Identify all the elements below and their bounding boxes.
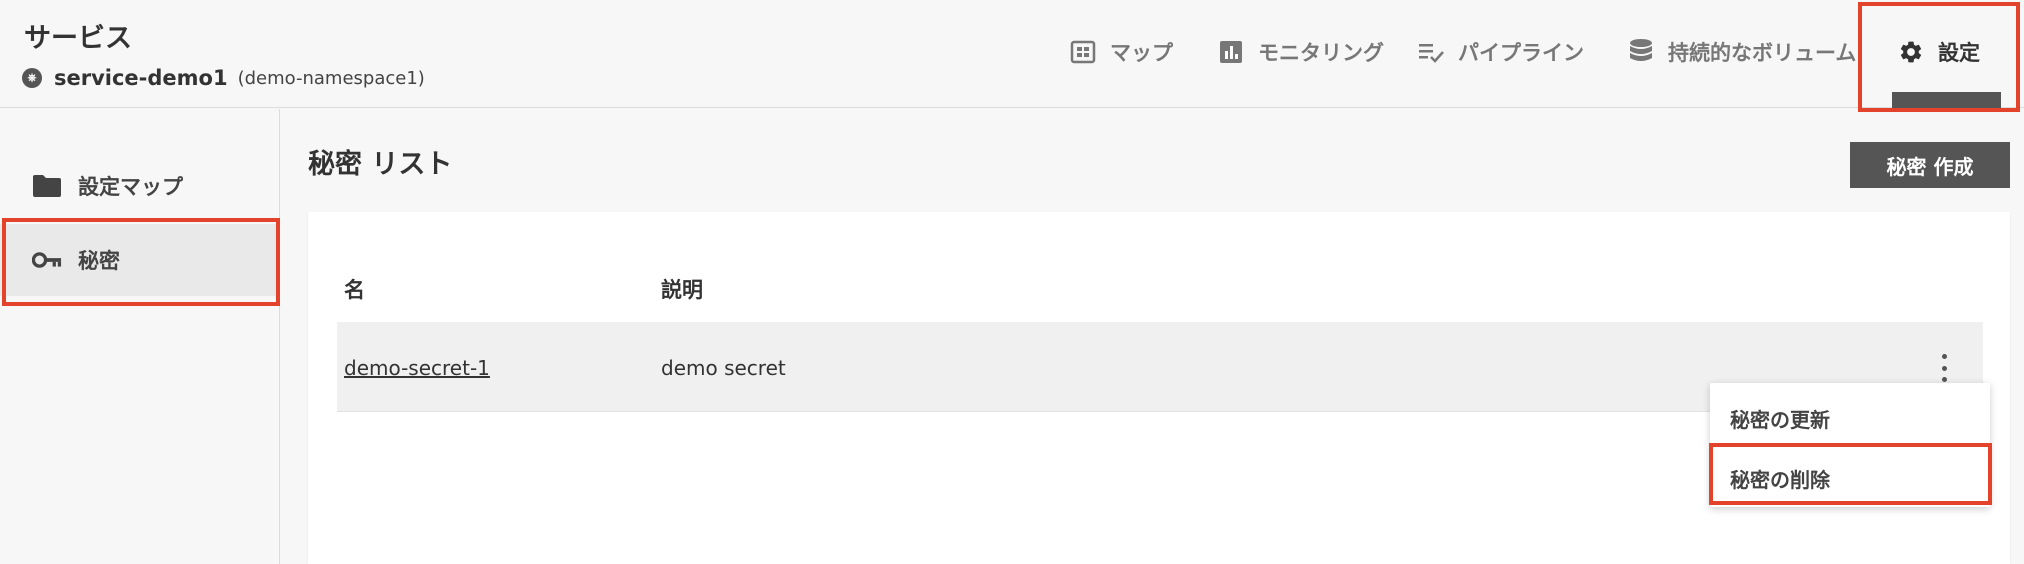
tab-pipeline[interactable]: パイプライン	[1418, 30, 1584, 74]
active-tab-indicator	[1892, 92, 2001, 108]
map-icon	[1070, 39, 1096, 65]
more-options-icon[interactable]	[1936, 354, 1952, 382]
tab-monitoring-label: モニタリング	[1258, 41, 1384, 65]
page-heading: サービス	[24, 23, 132, 54]
menu-item-delete-secret[interactable]: 秘密の削除	[1710, 451, 1990, 505]
tab-volume-label: 持続的なボリューム	[1668, 41, 1857, 65]
service-icon: ⎈	[22, 68, 42, 88]
sidebar-item-label: 秘密	[78, 249, 120, 273]
tab-map[interactable]: マップ	[1070, 30, 1173, 74]
checklist-icon	[1418, 39, 1444, 65]
top-header: サービス ⎈ service-demo1 (demo-namespace1) マ…	[0, 0, 2024, 108]
column-header-description: 説明	[661, 278, 703, 302]
gear-icon	[1898, 39, 1924, 65]
folder-icon	[32, 173, 62, 199]
row-actions-menu: 秘密の更新 秘密の削除	[1710, 383, 1990, 507]
page-title: 秘密 リスト	[308, 149, 453, 180]
secret-name-link[interactable]: demo-secret-1	[344, 356, 490, 380]
bar-chart-icon	[1218, 39, 1244, 65]
create-secret-button[interactable]: 秘密 作成	[1850, 142, 2010, 188]
menu-item-update-secret[interactable]: 秘密の更新	[1710, 391, 1990, 445]
tab-pipeline-label: パイプライン	[1458, 41, 1584, 65]
sidebar-item-secret[interactable]: 秘密	[0, 224, 279, 296]
tab-volume[interactable]: 持続的なボリューム	[1628, 30, 1856, 74]
tab-settings-label: 設定	[1938, 41, 1980, 65]
tab-settings[interactable]: 設定	[1898, 30, 1980, 74]
service-name: service-demo1	[54, 66, 228, 90]
service-info: ⎈ service-demo1 (demo-namespace1)	[22, 64, 425, 92]
sidebar-item-label: 設定マップ	[78, 175, 183, 199]
key-icon	[32, 247, 62, 273]
sidebar-item-config-map[interactable]: 設定マップ	[0, 150, 279, 222]
secret-description: demo secret	[661, 356, 786, 380]
column-header-name: 名	[344, 278, 365, 302]
tab-monitoring[interactable]: モニタリング	[1218, 30, 1384, 74]
tab-map-label: マップ	[1110, 41, 1173, 65]
service-namespace: (demo-namespace1)	[237, 67, 425, 89]
database-icon	[1628, 39, 1654, 65]
